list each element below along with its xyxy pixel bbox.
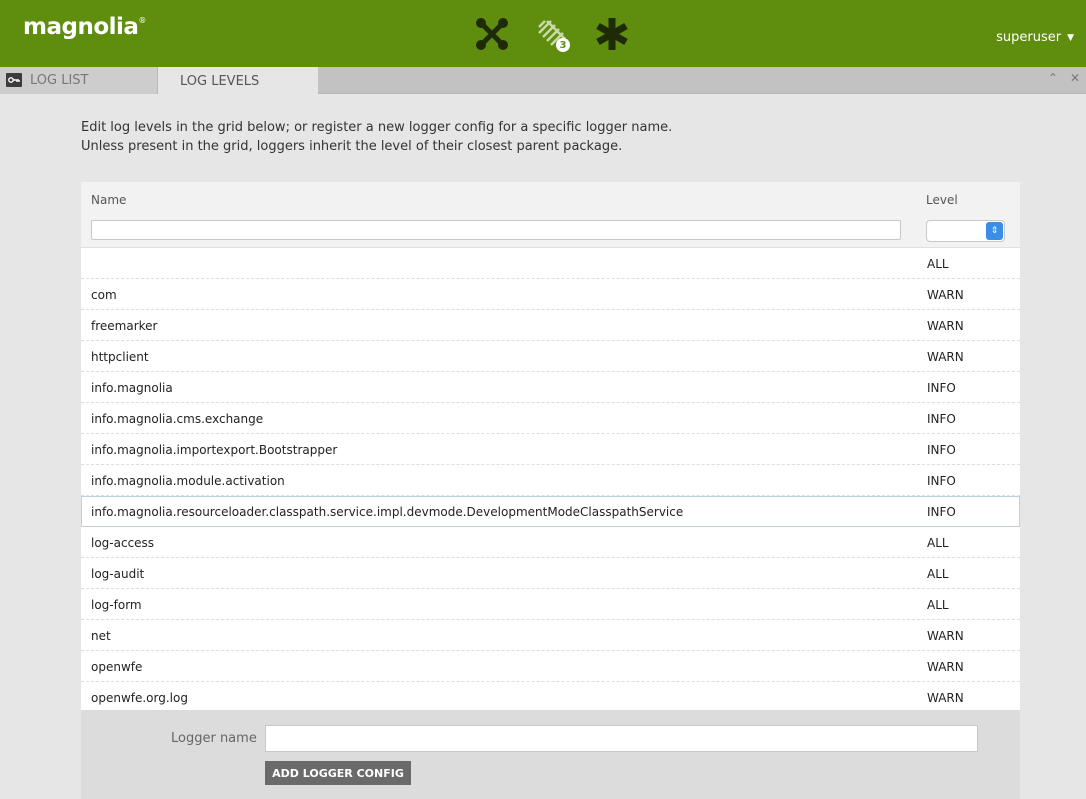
logger-name-cell: log-audit [91,567,145,581]
grid-header: Name Level ⇕ [81,182,1020,248]
logo-mark: ® [138,16,146,25]
log-level-cell[interactable]: INFO [927,443,956,457]
log-level-cell[interactable]: WARN [927,319,964,333]
table-row[interactable]: info.magnolia.resourceloader.classpath.s… [81,496,1020,527]
logger-name-input[interactable] [265,725,978,752]
log-level-cell[interactable]: ALL [927,536,949,550]
log-level-cell[interactable]: ALL [927,257,949,271]
tab-log-levels[interactable]: LOG LEVELS [158,67,318,95]
pulse-button[interactable]: 3 [530,12,574,56]
asterisk-icon [596,18,628,50]
select-arrows-icon: ⇕ [986,222,1003,240]
logger-name-cell: info.magnolia.importexport.Bootstrapper [91,443,338,457]
table-row[interactable]: log-audit ALL [81,558,1020,589]
log-level-cell[interactable]: WARN [927,350,964,364]
log-level-cell[interactable]: INFO [927,505,956,519]
table-row[interactable]: httpclient WARN [81,341,1020,372]
table-row[interactable]: openwfe WARN [81,651,1020,682]
tab-log-list[interactable]: LOG LIST [0,67,158,94]
intro-line-2: Unless present in the grid, loggers inhe… [81,139,623,154]
user-name: superuser [996,30,1062,45]
column-header-name[interactable]: Name [91,193,126,207]
log-level-cell[interactable]: WARN [927,629,964,643]
tab-bar: LOG LIST LOG LEVELS ⌃ ✕ [0,67,1086,95]
logger-name-label: Logger name [171,731,257,746]
table-row[interactable]: info.magnolia.module.activation INFO [81,465,1020,496]
magnolia-logo[interactable]: magnolia® [23,14,146,40]
table-row[interactable]: info.magnolia INFO [81,372,1020,403]
table-row[interactable]: com WARN [81,279,1020,310]
user-menu[interactable]: superuser ▼ [996,30,1074,45]
chevron-down-icon: ▼ [1067,32,1074,43]
logger-name-cell: log-form [91,598,142,612]
table-row[interactable]: freemarker WARN [81,310,1020,341]
level-filter-select[interactable]: ⇕ [926,220,1005,242]
table-row[interactable]: log-access ALL [81,527,1020,558]
log-level-cell[interactable]: INFO [927,381,956,395]
notification-badge: 3 [556,38,570,52]
table-row[interactable]: openwfe.org.log WARN [81,682,1020,710]
app-header: magnolia® 3 superuser ▼ [0,0,1086,67]
tab-log-list-label: LOG LIST [30,73,89,88]
logger-name-cell: log-access [91,536,155,550]
table-row[interactable]: ALL [81,248,1020,279]
logger-name-cell: info.magnolia.module.activation [91,474,285,488]
table-row[interactable]: info.magnolia.cms.exchange INFO [81,403,1020,434]
logger-name-cell: httpclient [91,350,149,364]
logo-text: magnolia [23,14,139,40]
logger-name-cell: openwfe.org.log [91,691,188,705]
logger-name-cell: info.magnolia.resourceloader.classpath.s… [91,505,684,519]
tab-controls: ⌃ ✕ [1036,71,1080,85]
logger-name-cell: freemarker [91,319,158,333]
table-row[interactable]: net WARN [81,620,1020,651]
grid-rows: ALL com WARN freemarker WARN httpclient WARN in… [81,248,1020,710]
add-logger-config-button[interactable]: ADD LOGGER CONFIG [265,761,411,785]
logger-name-cell: com [91,288,117,302]
name-filter-input[interactable] [91,220,901,240]
log-level-cell[interactable]: WARN [927,288,964,302]
log-level-cell[interactable]: INFO [927,474,956,488]
app-launcher-button[interactable] [470,12,514,56]
favorites-button[interactable] [590,12,634,56]
logger-name-cell: info.magnolia.cms.exchange [91,412,264,426]
logger-name-cell: openwfe [91,660,143,674]
logger-name-cell: info.magnolia [91,381,173,395]
log-level-cell[interactable]: WARN [927,660,964,674]
column-header-level[interactable]: Level [926,193,958,207]
log-level-cell[interactable]: INFO [927,412,956,426]
table-row[interactable]: log-form ALL [81,589,1020,620]
close-icon[interactable]: ✕ [1070,71,1080,85]
log-level-cell[interactable]: ALL [927,598,949,612]
key-icon [6,73,22,87]
log-level-cell[interactable]: ALL [927,567,949,581]
table-row[interactable]: info.magnolia.importexport.Bootstrapper I… [81,434,1020,465]
shuffle-x-icon [476,18,508,50]
add-logger-panel: Logger name ADD LOGGER CONFIG [81,710,1020,799]
intro-line-1: Edit log levels in the grid below; or re… [81,120,673,135]
intro-text: Edit log levels in the grid below; or re… [81,118,672,156]
log-level-cell[interactable]: WARN [927,691,964,705]
logger-name-cell: net [91,629,111,643]
app-launcher: 3 [470,12,650,56]
maximize-icon[interactable]: ⌃ [1048,71,1058,85]
tab-log-levels-label: LOG LEVELS [180,73,260,89]
log-levels-grid: Name Level ⇕ ALL com WARN freemarker WARN htt… [81,182,1020,710]
